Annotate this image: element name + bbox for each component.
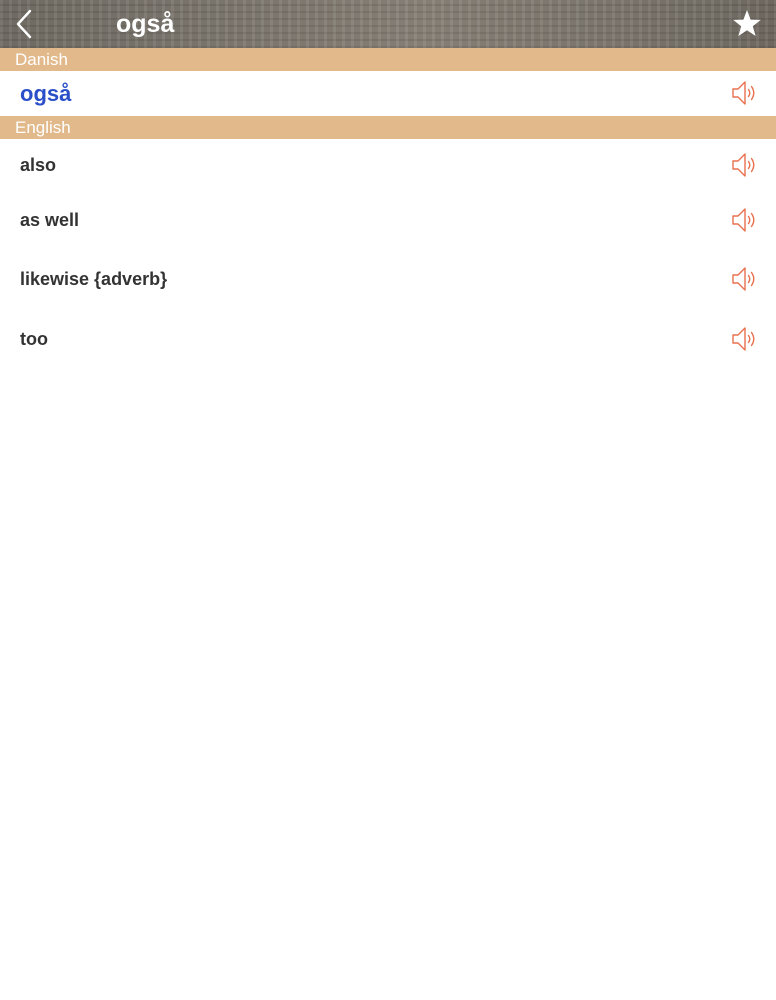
translation-speaker-button[interactable] [730, 205, 760, 235]
translation-row[interactable]: also [0, 138, 776, 194]
speaker-icon [732, 208, 755, 232]
source-word: også [20, 81, 72, 106]
english-section-header: English [0, 116, 776, 139]
back-button[interactable] [8, 6, 44, 42]
source-speaker-button[interactable] [730, 78, 760, 108]
danish-section-header: Danish [0, 48, 776, 71]
page-title: også [116, 10, 175, 38]
translation-speaker-button[interactable] [730, 324, 760, 354]
translation-text: likewise {adverb} [20, 269, 168, 289]
speaker-icon [732, 153, 755, 177]
chevron-left-icon [16, 9, 32, 39]
star-icon [733, 10, 761, 36]
translation-text: also [20, 155, 57, 175]
translation-row[interactable]: too [0, 312, 776, 368]
translation-speaker-button[interactable] [730, 264, 760, 294]
speaker-icon [732, 267, 755, 291]
translation-speaker-button[interactable] [730, 150, 760, 180]
translation-text: too [20, 329, 48, 349]
speaker-icon [732, 81, 755, 105]
translation-row[interactable]: likewise {adverb} [0, 252, 776, 308]
speaker-icon [732, 327, 755, 351]
nav-bar: også [0, 0, 776, 48]
source-word-row: også [0, 71, 776, 116]
favorite-button[interactable] [730, 7, 764, 41]
translation-text: as well [20, 210, 80, 230]
translation-row[interactable]: as well [0, 193, 776, 249]
